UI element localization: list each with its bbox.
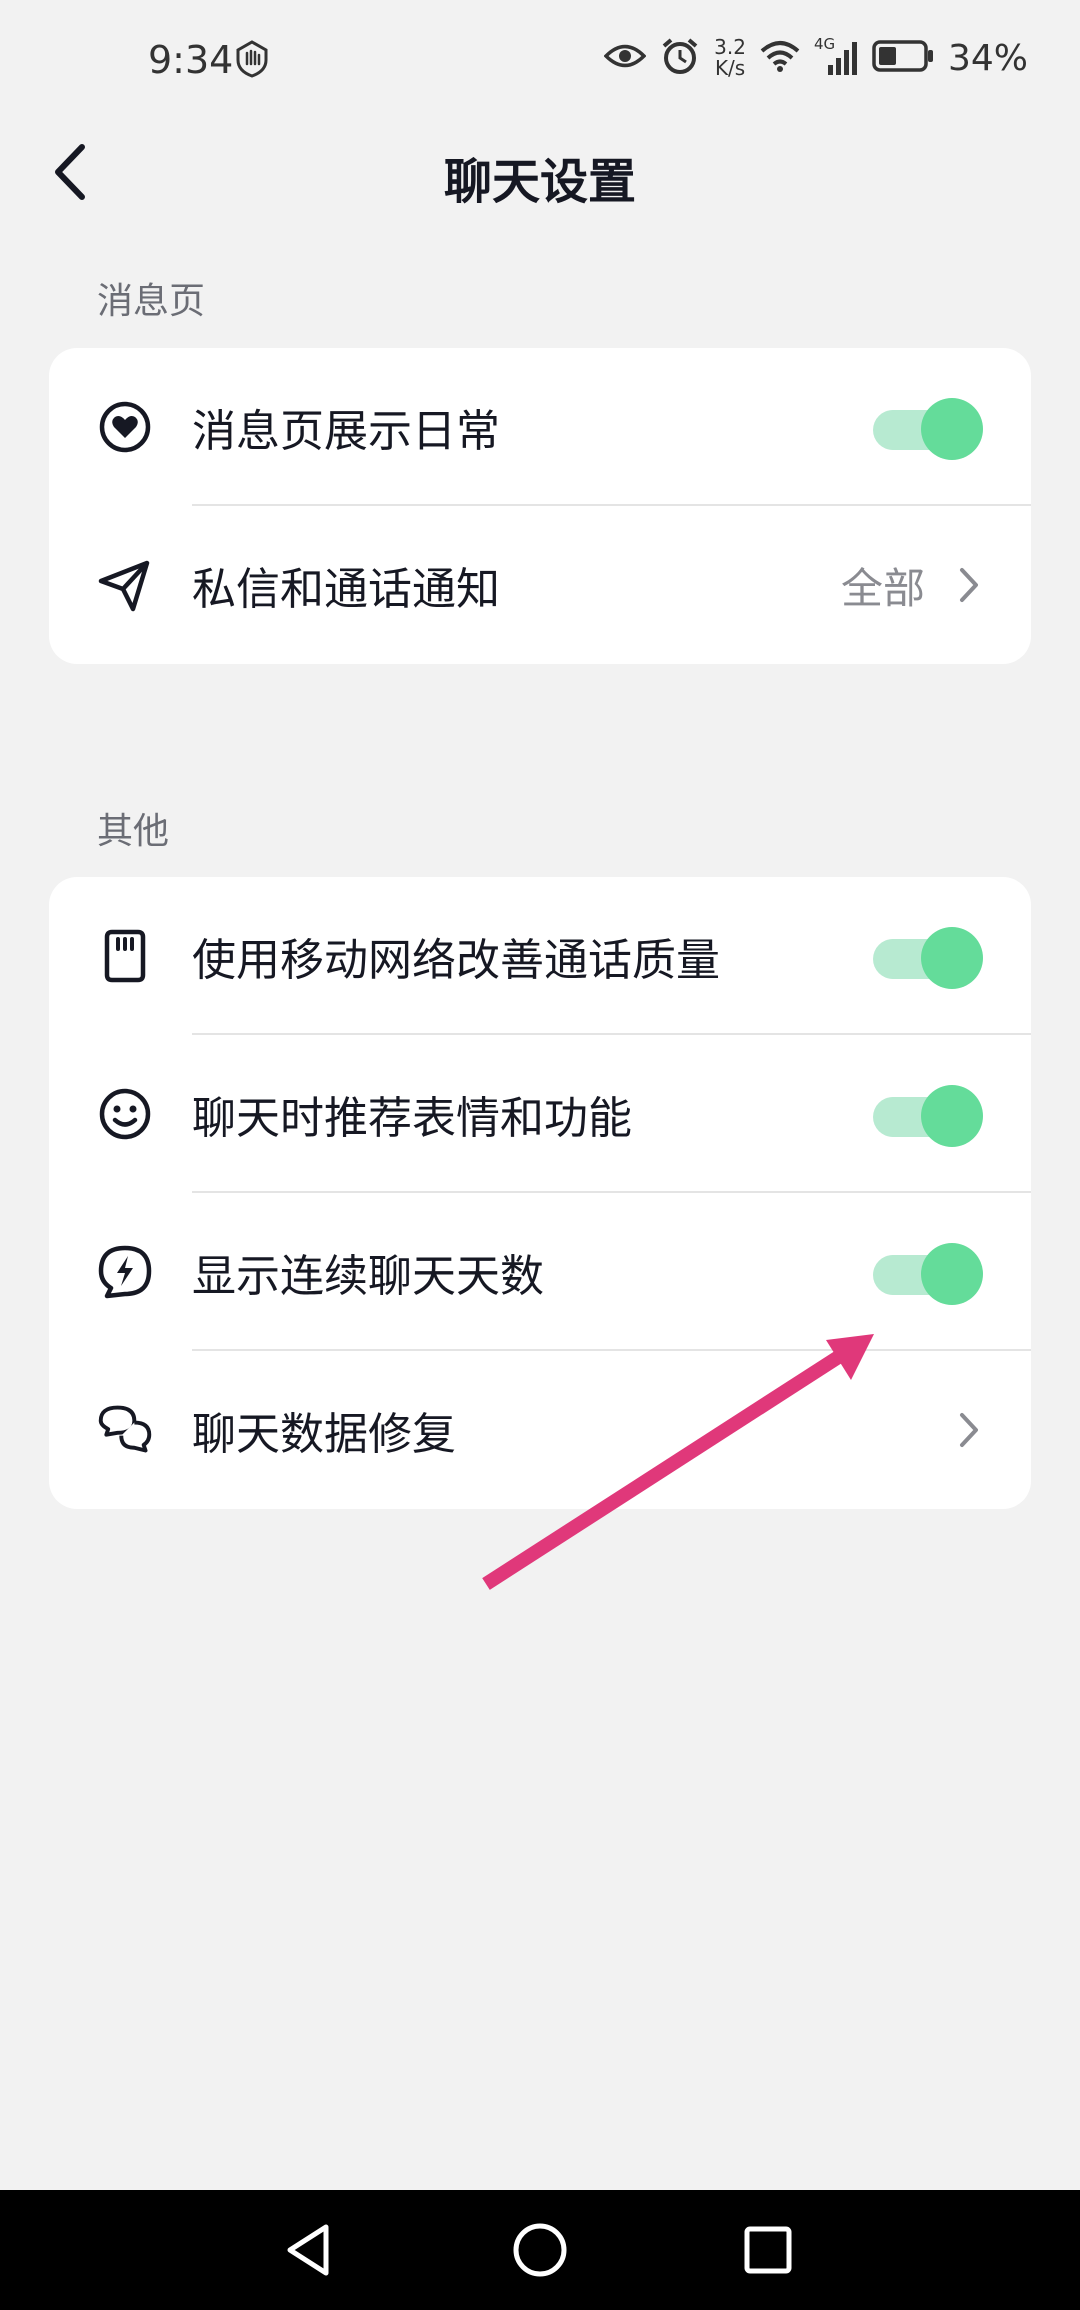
setting-row-dm-call-notifications[interactable]: 私信和通话通知 全部: [49, 506, 1031, 664]
home-circle-icon: [513, 2223, 567, 2277]
setting-row-chat-data-repair[interactable]: 聊天数据修复: [49, 1351, 1031, 1509]
back-triangle-icon: [287, 2224, 329, 2276]
alarm-icon: [660, 36, 700, 80]
net-speed: 3.2 K/s: [714, 35, 746, 80]
sim-card-icon: [97, 928, 153, 984]
section-label-other: 其他: [97, 811, 170, 852]
chat-streak-toggle[interactable]: [873, 1241, 983, 1305]
smiley-icon: [97, 1086, 153, 1142]
signal-icon: 4G: [814, 35, 858, 75]
system-nav-bar: [0, 2190, 1080, 2310]
status-time: 9:34: [148, 38, 234, 82]
wifi-icon: [760, 40, 800, 76]
chevron-right-icon: [960, 1413, 978, 1447]
setting-label: 使用移动网络改善通话质量: [192, 935, 720, 986]
battery-icon: [872, 40, 934, 76]
setting-row-show-daily[interactable]: 消息页展示日常: [49, 348, 1031, 506]
recents-square-icon: [744, 2226, 792, 2274]
show-daily-toggle[interactable]: [873, 396, 983, 460]
chevron-right-icon: [960, 568, 978, 602]
setting-label: 消息页展示日常: [192, 406, 500, 457]
settings-card-other: 使用移动网络改善通话质量 聊天时推荐表情和功能 显示连续聊天天数 聊天数据修复: [49, 877, 1031, 1509]
recommend-emoji-toggle[interactable]: [873, 1083, 983, 1147]
status-bar: 9:34 3.2 K/s 4G 34%: [0, 0, 1080, 126]
section-label-messages: 消息页: [97, 281, 206, 322]
setting-label: 显示连续聊天天数: [192, 1251, 544, 1302]
settings-card-messages: 消息页展示日常 私信和通话通知 全部: [49, 348, 1031, 664]
header: 聊天设置: [0, 126, 1080, 218]
heart-circle-icon: [97, 399, 153, 455]
setting-row-show-chat-streak[interactable]: 显示连续聊天天数: [49, 1193, 1031, 1351]
lightning-chat-icon: [97, 1244, 153, 1300]
send-icon: [97, 557, 153, 613]
mobile-network-toggle[interactable]: [873, 925, 983, 989]
nav-back-button[interactable]: [276, 2218, 340, 2282]
setting-row-mobile-network-call-quality[interactable]: 使用移动网络改善通话质量: [49, 877, 1031, 1035]
nav-recents-button[interactable]: [736, 2218, 800, 2282]
setting-label: 聊天时推荐表情和功能: [192, 1093, 632, 1144]
setting-value: 全部: [840, 563, 925, 613]
page-title: 聊天设置: [443, 154, 636, 210]
setting-label: 私信和通话通知: [192, 564, 500, 615]
eye-icon: [603, 41, 647, 75]
chat-bubbles-icon: [97, 1402, 153, 1458]
hand-shield-icon: [234, 40, 270, 82]
setting-row-recommend-emoji[interactable]: 聊天时推荐表情和功能: [49, 1035, 1031, 1193]
setting-label: 聊天数据修复: [192, 1409, 456, 1460]
nav-home-button[interactable]: [508, 2218, 572, 2282]
battery-percent: 34%: [947, 37, 1028, 79]
